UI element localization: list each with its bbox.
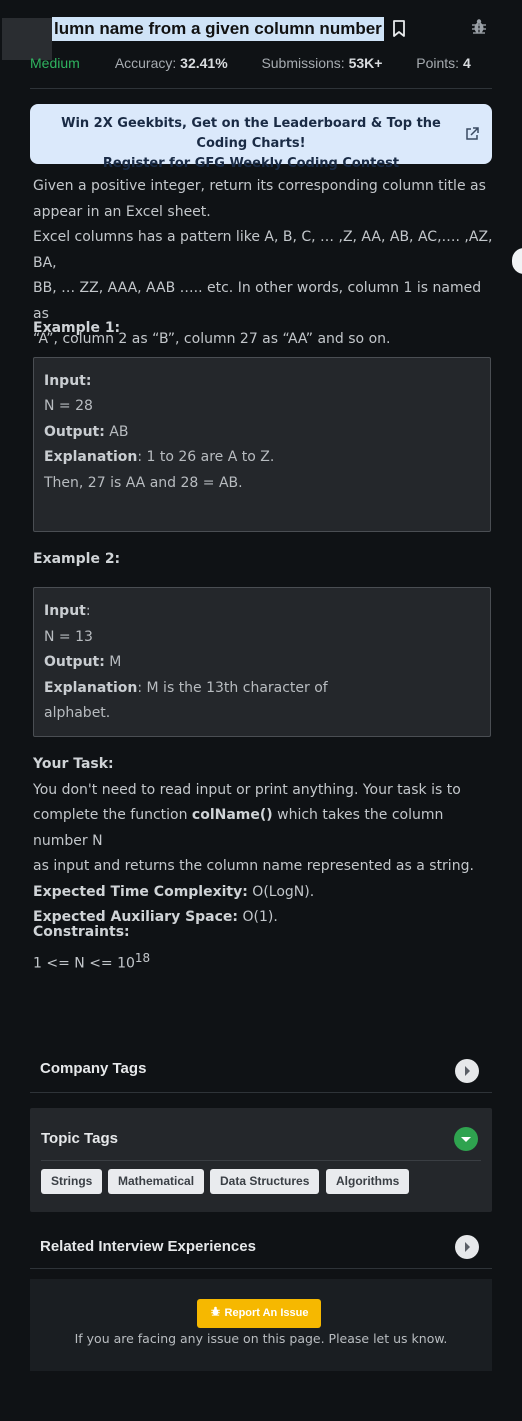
submissions-label: Submissions: xyxy=(261,55,345,71)
footer-help-text: If you are facing any issue on this page… xyxy=(74,1331,448,1346)
time-complexity-value: O(LogN). xyxy=(247,883,315,900)
description-line: Given a positive integer, return its cor… xyxy=(33,178,486,194)
task-section: Your Task: You don't need to read input … xyxy=(33,752,493,931)
input-label: Input: xyxy=(44,373,92,389)
explanation-text: alphabet. xyxy=(44,705,111,721)
constraint-value: 1 <= N <= 10 xyxy=(33,955,135,972)
banner-line-1: Win 2X Geekbits, Get on the Leaderboard … xyxy=(61,116,441,151)
output-value: AB xyxy=(109,424,129,440)
task-heading: Your Task: xyxy=(33,756,114,772)
chevron-right-icon[interactable] xyxy=(455,1059,479,1083)
explanation-text: : M is the 13th character of xyxy=(137,680,328,696)
explanation-text: Then, 27 is AA and 28 = AB. xyxy=(44,475,243,491)
report-footer: Report An Issue If you are facing any is… xyxy=(30,1279,492,1371)
topic-tags-section: Topic Tags xyxy=(30,1108,492,1212)
example-1-box: Input: N = 28 Output: AB Explanation: 1 … xyxy=(33,357,491,532)
function-name: colName() xyxy=(191,807,273,823)
topic-tag[interactable]: Data Structures xyxy=(210,1169,320,1194)
chevron-down-icon[interactable] xyxy=(454,1127,478,1151)
output-label: Output: xyxy=(44,424,105,440)
output-value: M xyxy=(109,654,122,670)
constraints-section: Constraints: 1 <= N <= 1018 xyxy=(33,920,493,977)
problem-meta: Medium Accuracy: 32.41% Submissions: 53K… xyxy=(30,54,471,72)
topic-tag[interactable]: Algorithms xyxy=(326,1169,410,1194)
submissions-value: 53K+ xyxy=(348,55,383,71)
topic-tags-title: Topic Tags xyxy=(41,1130,118,1147)
banner-text: Win 2X Geekbits, Get on the Leaderboard … xyxy=(50,114,452,174)
input-colon: : xyxy=(85,603,91,619)
chevron-right-icon[interactable] xyxy=(455,1235,479,1259)
input-label: Input xyxy=(44,603,86,619)
collapse-panel-tab[interactable] xyxy=(512,248,522,274)
example-2-box: Input: N = 13 Output: M Explanation: M i… xyxy=(33,587,491,737)
output-label: Output: xyxy=(44,654,105,670)
accuracy-label: Accuracy: xyxy=(114,55,177,71)
related-experiences-title: Related Interview Experiences xyxy=(40,1238,256,1255)
explanation-label: Explanation xyxy=(44,449,138,465)
report-button-label: Report An Issue xyxy=(224,1307,309,1319)
input-value: N = 13 xyxy=(44,629,93,645)
bug-icon[interactable] xyxy=(470,18,488,36)
time-complexity-label: Expected Time Complexity: xyxy=(33,883,248,900)
company-tags-title: Company Tags xyxy=(40,1060,147,1077)
constraint-exponent: 18 xyxy=(134,950,151,965)
problem-title: lumn name from a given column number xyxy=(52,17,384,41)
related-experiences-section[interactable]: Related Interview Experiences xyxy=(30,1222,492,1269)
input-value: N = 28 xyxy=(44,398,93,414)
bug-icon xyxy=(210,1306,220,1316)
constraints-heading: Constraints: xyxy=(33,924,130,940)
contest-banner[interactable]: Win 2X Geekbits, Get on the Leaderboard … xyxy=(30,104,492,171)
description-line: appear in an Excel sheet. xyxy=(33,203,211,220)
bookmark-icon[interactable] xyxy=(392,20,406,37)
explanation-label: Explanation xyxy=(44,680,138,696)
task-line: as input and returns the column name rep… xyxy=(33,858,474,874)
divider xyxy=(30,88,492,89)
company-tags-section[interactable]: Company Tags xyxy=(30,1046,492,1093)
external-link-icon[interactable] xyxy=(464,126,480,142)
difficulty-badge: Medium xyxy=(30,55,80,71)
topic-tag[interactable]: Mathematical xyxy=(108,1169,205,1194)
explanation-text: : 1 to 26 are A to Z. xyxy=(137,449,275,465)
banner-line-2: Register for GFG Weekly Coding Contest xyxy=(102,156,400,171)
task-line: complete the function xyxy=(33,807,192,823)
example-1-heading: Example 1: xyxy=(33,320,121,336)
example-2-heading: Example 2: xyxy=(33,551,121,567)
accuracy-value: 32.41% xyxy=(180,55,228,71)
report-issue-button[interactable]: Report An Issue xyxy=(197,1299,321,1328)
task-line: You don't need to read input or print an… xyxy=(33,781,461,798)
points-label: Points: xyxy=(416,55,460,71)
divider xyxy=(41,1160,481,1161)
points-value: 4 xyxy=(462,55,471,71)
description-line: Excel columns has a pattern like A, B, C… xyxy=(33,229,493,271)
topic-tag[interactable]: Strings xyxy=(41,1169,103,1194)
